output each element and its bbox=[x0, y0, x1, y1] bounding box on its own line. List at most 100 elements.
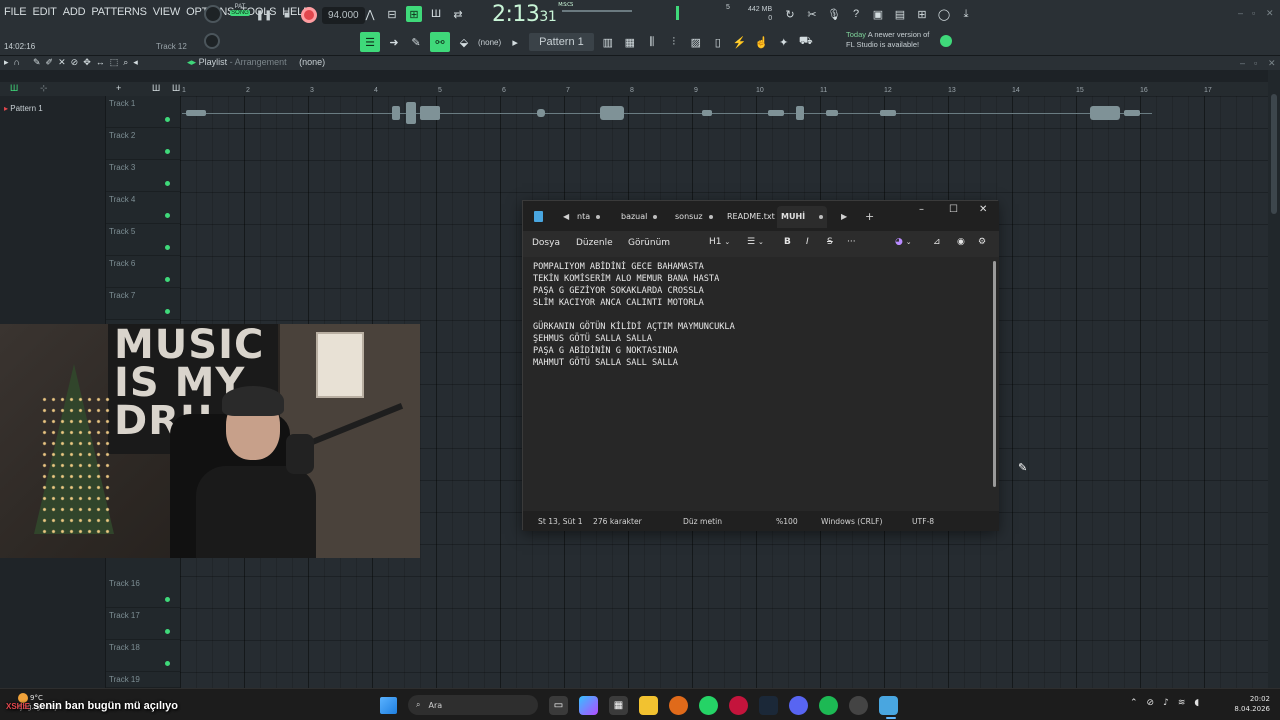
undo-history-icon[interactable]: ↻ bbox=[782, 6, 798, 22]
track-led-icon[interactable] bbox=[165, 213, 170, 218]
playback-icon[interactable]: ◂ bbox=[133, 57, 138, 68]
new-tab-icon[interactable]: + bbox=[865, 210, 874, 223]
status-line-ending[interactable]: Windows (CRLF) bbox=[821, 517, 882, 526]
record-button[interactable] bbox=[301, 7, 317, 23]
strikethrough-button[interactable]: S bbox=[827, 237, 833, 247]
playlist-maximize-icon[interactable]: ▫ bbox=[1254, 58, 1257, 68]
slice-icon[interactable]: ↔ bbox=[96, 57, 105, 68]
track-led-icon[interactable] bbox=[165, 149, 170, 154]
list-icon[interactable]: ☰ ⌄ bbox=[747, 237, 764, 247]
master-pitch-slider[interactable] bbox=[562, 10, 632, 12]
tab-sonsuz[interactable]: sonsuz bbox=[671, 206, 717, 228]
stop-icon[interactable]: ■ bbox=[278, 6, 296, 24]
channel-rack-icon[interactable]: ▥ bbox=[600, 34, 616, 50]
plugin-icon[interactable]: ▨ bbox=[688, 34, 704, 50]
tempo-display[interactable]: 94.000 bbox=[322, 6, 365, 24]
editor-scrollbar[interactable] bbox=[993, 261, 996, 487]
sample-browser-icon[interactable]: ⊞ bbox=[914, 6, 930, 22]
menu-gorunum[interactable]: Görünüm bbox=[628, 238, 670, 248]
tab-readme[interactable]: README.txt bbox=[723, 206, 779, 228]
mic-icon[interactable]: 🎙 bbox=[826, 6, 842, 22]
cart-icon[interactable]: ⛟ bbox=[798, 34, 814, 50]
track-header[interactable]: Track 1 bbox=[106, 96, 180, 128]
render-icon[interactable]: ▤ bbox=[892, 6, 908, 22]
track-header[interactable]: Track 6 bbox=[106, 256, 180, 288]
taskbar-clock[interactable]: 20:02 8.04.2026 bbox=[1228, 694, 1270, 714]
notepad-editor[interactable]: POMPALIYOM ABİDİNİ GECE BAHAMASTA TEKİN … bbox=[523, 257, 999, 511]
steam-icon[interactable] bbox=[759, 695, 778, 715]
playlist-scrollbar[interactable] bbox=[1268, 70, 1280, 688]
scroll-thumb[interactable] bbox=[1271, 94, 1277, 214]
heading-select[interactable]: H1 ⌄ bbox=[709, 237, 730, 247]
track-header[interactable]: Track 3 bbox=[106, 160, 180, 192]
discord-icon[interactable] bbox=[789, 695, 808, 715]
pattern-mode-icon[interactable]: Ш bbox=[172, 83, 180, 93]
delete-icon[interactable]: ✕ bbox=[58, 57, 66, 68]
opera-icon[interactable] bbox=[729, 695, 748, 715]
stamp-icon[interactable]: ⬙ bbox=[456, 34, 472, 50]
settings-gear-icon[interactable]: ⚙ bbox=[978, 237, 986, 247]
pattern-picker-icon[interactable]: Ш bbox=[10, 83, 18, 93]
save-icon[interactable]: ▣ bbox=[870, 6, 886, 22]
track-led-icon[interactable] bbox=[165, 181, 170, 186]
draw-icon[interactable]: ✎ bbox=[33, 57, 41, 68]
plug-icon[interactable]: ⚡ bbox=[732, 34, 748, 50]
track-header[interactable]: Track 19 bbox=[106, 672, 180, 688]
master-volume-knob[interactable] bbox=[204, 33, 220, 49]
status-format[interactable]: Düz metin bbox=[683, 517, 722, 526]
tray-chevron-icon[interactable]: ⌃ bbox=[1130, 698, 1138, 708]
account-icon[interactable]: ◉ bbox=[957, 237, 965, 247]
fl-close-icon[interactable]: ✕ bbox=[1266, 8, 1274, 19]
task-view-icon[interactable]: ▭ bbox=[549, 695, 568, 715]
menu-view[interactable]: VIEW bbox=[153, 6, 181, 18]
countdown-icon[interactable]: ⊞ bbox=[406, 6, 422, 22]
toolbox-icon[interactable]: ✦ bbox=[776, 34, 792, 50]
cpu-knob-icon[interactable] bbox=[204, 5, 222, 23]
track-header[interactable]: Track 17 bbox=[106, 608, 180, 640]
tab-muhi[interactable]: MUHİ bbox=[777, 206, 828, 228]
tab-bazual[interactable]: bazual bbox=[617, 206, 661, 228]
download-icon[interactable]: ⤓ bbox=[958, 6, 974, 22]
spotify-icon[interactable] bbox=[819, 695, 838, 715]
editor-content[interactable]: POMPALIYOM ABİDİNİ GECE BAHAMASTA TEKİN … bbox=[533, 261, 735, 369]
step-edit-icon[interactable]: Ш bbox=[428, 6, 444, 22]
play-pattern-icon[interactable]: ▸ bbox=[507, 34, 523, 50]
menu-dosya[interactable]: Dosya bbox=[532, 238, 560, 248]
track-led-icon[interactable] bbox=[165, 629, 170, 634]
wifi-icon[interactable]: ≋ bbox=[1178, 698, 1186, 708]
close-icon[interactable]: ✕ bbox=[979, 204, 987, 215]
mixer-icon[interactable]: ⫼ bbox=[644, 34, 660, 50]
track-header[interactable]: Track 2 bbox=[106, 128, 180, 160]
cut-icon[interactable]: ✂ bbox=[804, 6, 820, 22]
menu-file[interactable]: FILE bbox=[4, 6, 27, 18]
tray-app-icon[interactable]: ⊘ bbox=[1147, 698, 1155, 708]
bold-button[interactable]: B bbox=[784, 237, 791, 247]
link-icon[interactable]: ⚯ bbox=[430, 32, 450, 52]
pattern-selector[interactable]: Pattern 1 bbox=[529, 33, 594, 51]
playlist-view-icon[interactable]: ☰ bbox=[360, 32, 380, 52]
track-header[interactable]: Track 4 bbox=[106, 192, 180, 224]
notification-icon[interactable]: ⊿ bbox=[933, 237, 941, 247]
menu-add[interactable]: ADD bbox=[63, 6, 86, 18]
select-icon[interactable]: ⬚ bbox=[110, 57, 119, 68]
store-icon[interactable]: ▦ bbox=[609, 695, 628, 715]
playlist-close-icon[interactable]: ✕ bbox=[1268, 58, 1276, 69]
playlist-none[interactable]: (none) bbox=[299, 57, 325, 67]
playlist-menu-icon[interactable]: ▸ bbox=[4, 57, 9, 68]
track-header[interactable]: Track 18 bbox=[106, 640, 180, 672]
mute-icon[interactable]: ⊘ bbox=[71, 57, 79, 68]
track-led-icon[interactable] bbox=[165, 597, 170, 602]
track-header[interactable]: Track 5 bbox=[106, 224, 180, 256]
microphone-tray-icon[interactable]: ♪ bbox=[1163, 698, 1169, 708]
menu-edit[interactable]: EDIT bbox=[32, 6, 56, 18]
minimize-icon[interactable]: – bbox=[919, 204, 924, 215]
grid-picker-icon[interactable]: ⊹ bbox=[40, 83, 48, 94]
fl-cloud-icon[interactable] bbox=[940, 35, 952, 47]
track-led-icon[interactable] bbox=[165, 661, 170, 666]
file-explorer-icon[interactable] bbox=[639, 695, 658, 715]
paint-icon[interactable]: ✐ bbox=[46, 57, 54, 68]
volume-icon[interactable]: ◖ bbox=[1194, 698, 1199, 708]
eq-icon[interactable]: ⫶ bbox=[666, 34, 682, 50]
fl-minimize-icon[interactable]: – bbox=[1238, 8, 1243, 18]
chat-icon[interactable]: ◯ bbox=[936, 6, 952, 22]
